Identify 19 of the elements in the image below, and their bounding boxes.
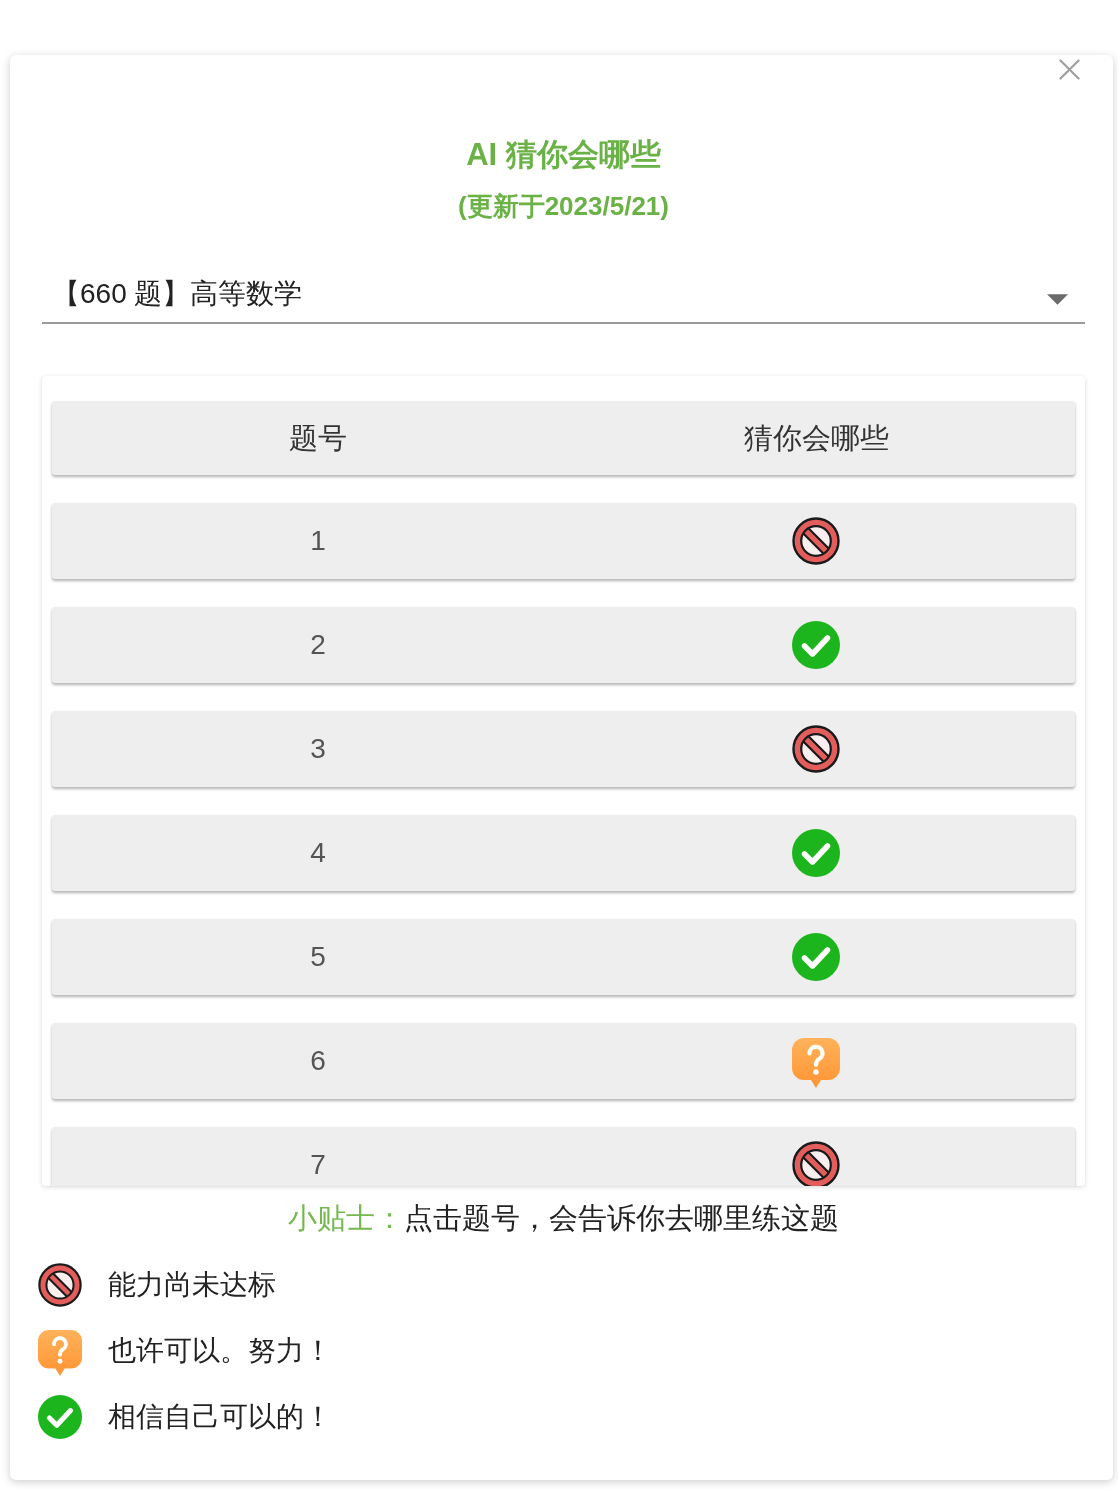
legend-label: 能力尚未达标: [108, 1268, 276, 1302]
tip-text: 点击题号，会告诉你去哪里练这题: [404, 1202, 839, 1234]
question-number[interactable]: 7: [310, 1150, 326, 1180]
legend-label: 也许可以。努力！: [108, 1334, 332, 1368]
question-number[interactable]: 1: [310, 526, 326, 556]
question-number[interactable]: 4: [310, 838, 326, 868]
close-icon[interactable]: [1059, 59, 1080, 80]
caret-icon: [1047, 293, 1068, 305]
dialog-title: AI 猜你会哪些: [465, 136, 662, 174]
column-header: 题号: [289, 421, 347, 456]
column-header: 猜你会哪些: [743, 421, 889, 456]
question-number[interactable]: 2: [310, 630, 326, 660]
legend-label: 相信自己可以的！: [108, 1400, 332, 1434]
question-number[interactable]: 3: [310, 734, 326, 764]
subject-dropdown[interactable]: 【660 题】高等数学: [42, 274, 1085, 324]
tip-label: 小贴士：: [288, 1202, 404, 1234]
question-number[interactable]: 5: [310, 942, 326, 972]
dialog-subtitle: (更新于2023/5/21): [457, 190, 670, 223]
question-number[interactable]: 6: [310, 1046, 326, 1076]
